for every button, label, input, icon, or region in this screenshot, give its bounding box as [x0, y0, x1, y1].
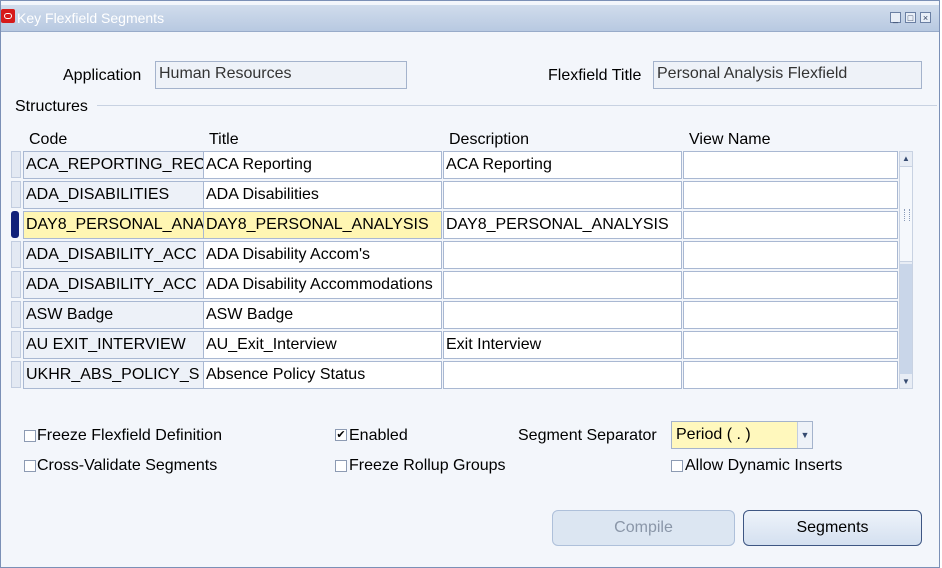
freeze-definition-checkbox[interactable] — [24, 430, 36, 442]
code-cell[interactable]: DAY8_PERSONAL_ANA — [23, 211, 212, 239]
view-name-cell[interactable] — [683, 211, 898, 239]
oracle-app-icon — [1, 9, 15, 23]
section-divider — [97, 105, 937, 106]
freeze-definition-label: Freeze Flexfield Definition — [37, 427, 222, 444]
segment-separator-label: Segment Separator — [518, 427, 657, 444]
application-label: Application — [63, 67, 142, 84]
record-indicator[interactable] — [11, 331, 21, 358]
code-cell[interactable]: ADA_DISABILITIES — [23, 181, 212, 209]
title-cell[interactable]: Absence Policy Status — [203, 361, 442, 389]
allow-dynamic-checkbox[interactable] — [671, 460, 683, 472]
view-name-cell[interactable] — [683, 271, 898, 299]
compile-button[interactable]: Compile — [552, 510, 735, 546]
grip-icon — [904, 209, 910, 221]
close-icon[interactable]: × — [920, 12, 931, 23]
description-cell[interactable]: DAY8_PERSONAL_ANALYSIS — [443, 211, 682, 239]
view-name-cell[interactable] — [683, 301, 898, 329]
code-cell[interactable]: ACA_REPORTING_REC — [23, 151, 212, 179]
code-cell[interactable]: ASW Badge — [23, 301, 212, 329]
view-name-cell[interactable] — [683, 361, 898, 389]
segment-separator-select[interactable]: Period ( . ) ▼ — [671, 421, 813, 449]
view-name-cell[interactable] — [683, 151, 898, 179]
freeze-rollup-checkbox[interactable] — [335, 460, 347, 472]
record-indicator[interactable] — [11, 361, 21, 388]
segment-separator-value: Period ( . ) — [676, 426, 751, 443]
cross-validate-checkbox[interactable] — [24, 460, 36, 472]
title-cell[interactable]: ACA Reporting — [203, 151, 442, 179]
structures-section-label: Structures — [15, 98, 88, 115]
segments-button[interactable]: Segments — [743, 510, 922, 546]
record-indicator[interactable] — [11, 301, 21, 328]
application-field[interactable]: Human Resources — [155, 61, 407, 89]
title-bar: Key Flexfield Segments _ □ × — [1, 5, 939, 32]
key-flexfield-segments-window: Key Flexfield Segments _ □ × Application… — [0, 0, 940, 568]
view-name-cell[interactable] — [683, 331, 898, 359]
record-indicator[interactable] — [11, 241, 21, 268]
flexfield-title-label: Flexfield Title — [548, 67, 642, 84]
description-cell[interactable]: Exit Interview — [443, 331, 682, 359]
code-cell[interactable]: ADA_DISABILITY_ACC — [23, 271, 212, 299]
code-cell[interactable]: AU EXIT_INTERVIEW — [23, 331, 212, 359]
code-cell[interactable]: UKHR_ABS_POLICY_S — [23, 361, 212, 389]
title-cell[interactable]: AU_Exit_Interview — [203, 331, 442, 359]
title-cell[interactable]: ADA Disability Accom's — [203, 241, 442, 269]
view-name-cell[interactable] — [683, 181, 898, 209]
enabled-checkbox[interactable]: ✔ — [335, 429, 347, 441]
record-indicator[interactable] — [11, 181, 21, 208]
allow-dynamic-label: Allow Dynamic Inserts — [685, 457, 843, 474]
compile-button-label: Compile — [614, 519, 673, 536]
record-indicator[interactable] — [11, 271, 21, 298]
maximize-icon[interactable]: □ — [905, 12, 916, 23]
minimize-icon[interactable]: _ — [890, 12, 901, 23]
segments-button-label: Segments — [796, 519, 869, 536]
record-indicator[interactable] — [11, 151, 21, 178]
title-cell[interactable]: ADA Disability Accommodations — [203, 271, 442, 299]
flexfield-title-field[interactable]: Personal Analysis Flexfield — [653, 61, 922, 89]
title-cell[interactable]: ADA Disabilities — [203, 181, 442, 209]
description-cell[interactable] — [443, 181, 682, 209]
cross-validate-label: Cross-Validate Segments — [37, 457, 218, 474]
column-header-title: Title — [209, 131, 239, 148]
enabled-label: Enabled — [349, 427, 408, 444]
scroll-up-arrow-icon[interactable]: ▲ — [900, 152, 912, 165]
table-scrollbar[interactable]: ▲ ▼ — [899, 151, 913, 389]
description-cell[interactable]: ACA Reporting — [443, 151, 682, 179]
column-header-description: Description — [449, 131, 530, 148]
column-header-view-name: View Name — [689, 131, 771, 148]
scroll-track[interactable] — [900, 264, 912, 374]
window-title: Key Flexfield Segments — [17, 10, 165, 26]
description-cell[interactable] — [443, 301, 682, 329]
title-cell[interactable]: ASW Badge — [203, 301, 442, 329]
title-cell[interactable]: DAY8_PERSONAL_ANALYSIS — [203, 211, 442, 239]
description-cell[interactable] — [443, 241, 682, 269]
view-name-cell[interactable] — [683, 241, 898, 269]
column-header-code: Code — [29, 131, 68, 148]
code-cell[interactable]: ADA_DISABILITY_ACC — [23, 241, 212, 269]
scroll-down-arrow-icon[interactable]: ▼ — [900, 375, 912, 388]
chevron-down-icon[interactable]: ▼ — [797, 422, 812, 448]
freeze-rollup-label: Freeze Rollup Groups — [349, 457, 506, 474]
scroll-thumb[interactable] — [900, 166, 912, 262]
description-cell[interactable] — [443, 271, 682, 299]
description-cell[interactable] — [443, 361, 682, 389]
current-record-indicator[interactable] — [11, 211, 19, 238]
